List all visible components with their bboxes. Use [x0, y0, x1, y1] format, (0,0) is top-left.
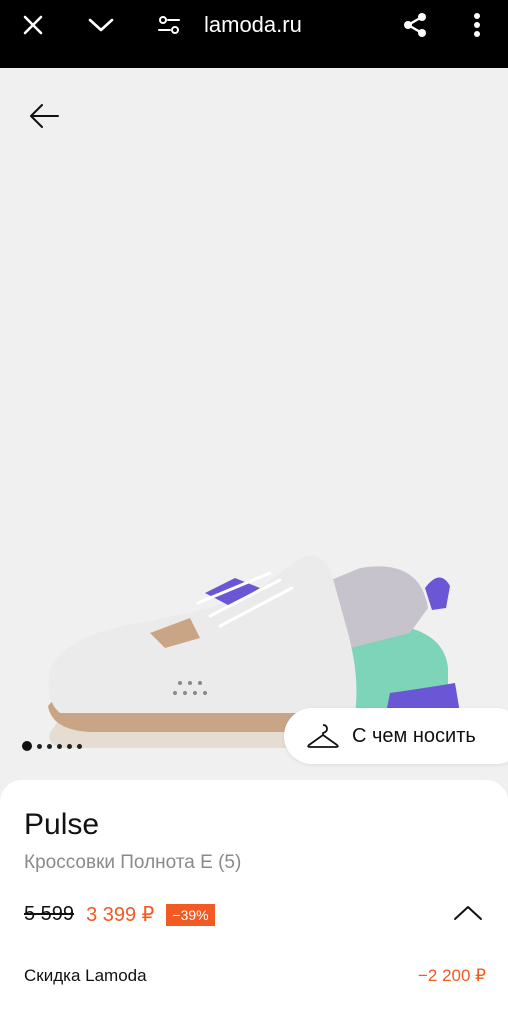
gallery-dot[interactable]: [57, 743, 62, 749]
gallery-dot[interactable]: [67, 743, 72, 749]
lamoda-discount-label: Скидка Lamoda: [24, 966, 147, 985]
what-to-wear-label: С чем носить: [352, 724, 476, 747]
chevron-up-icon[interactable]: [452, 902, 484, 924]
price-row: 5 599 3 399 ₽ −39%: [24, 902, 215, 927]
chevron-down-icon[interactable]: [76, 0, 126, 50]
product-page: С чем носить Pulse Кроссовки Полнота E (…: [0, 68, 508, 1010]
discount-badge: −39%: [166, 903, 215, 926]
url-text[interactable]: lamoda.ru: [204, 12, 302, 38]
brand-name[interactable]: Pulse: [24, 808, 99, 842]
what-to-wear-button[interactable]: С чем носить: [284, 708, 508, 764]
site-settings-icon[interactable]: [144, 0, 194, 50]
gallery-dot[interactable]: [77, 743, 82, 749]
old-price: 5 599: [24, 903, 75, 925]
back-arrow-icon[interactable]: [24, 96, 64, 136]
close-icon[interactable]: [8, 0, 58, 50]
gallery-dot[interactable]: [22, 741, 32, 751]
product-subtitle: Кроссовки Полнота E (5): [24, 852, 242, 873]
gallery-dot[interactable]: [37, 743, 42, 749]
browser-toolbar: lamoda.ru: [0, 0, 508, 66]
share-icon[interactable]: [390, 0, 440, 50]
gallery-pagination[interactable]: [22, 741, 82, 751]
gallery-dot[interactable]: [47, 743, 52, 749]
lamoda-discount-value: −2 200 ₽: [417, 966, 486, 985]
hanger-icon: [307, 724, 339, 748]
new-price: 3 399 ₽: [86, 904, 155, 926]
product-info-card: Pulse Кроссовки Полнота E (5) 5 599 3 39…: [0, 780, 508, 1010]
more-vert-icon[interactable]: [452, 0, 502, 50]
